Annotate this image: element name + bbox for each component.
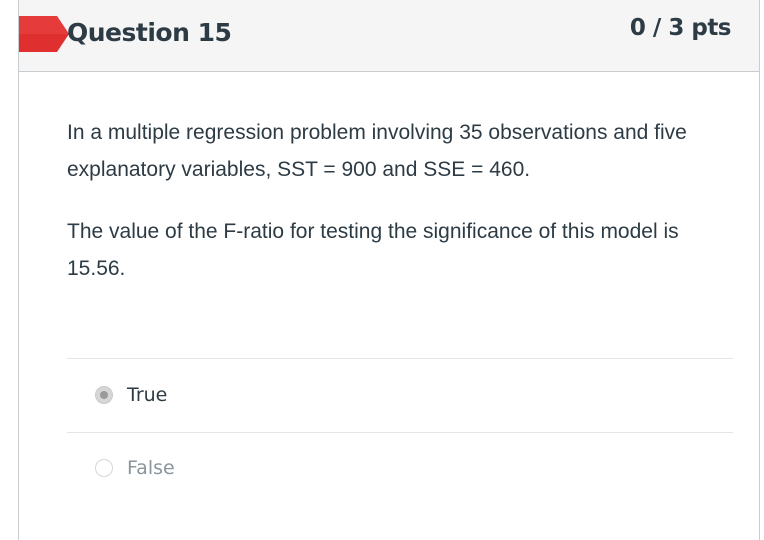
- answer-divider: [67, 432, 733, 433]
- radio-button[interactable]: [95, 459, 113, 477]
- question-header: Question 15 0 / 3 pts: [19, 0, 759, 72]
- question-title: Question 15: [67, 18, 232, 47]
- incorrect-flag-icon: [19, 16, 69, 52]
- answer-label: False: [127, 457, 175, 479]
- question-card: Question 15 0 / 3 pts In a multiple regr…: [18, 0, 760, 540]
- answer-divider: [67, 358, 733, 359]
- answer-label: True: [127, 384, 168, 406]
- question-points: 0 / 3 pts: [629, 15, 732, 41]
- radio-button-selected[interactable]: [95, 386, 113, 404]
- answer-option-false[interactable]: False: [95, 454, 175, 482]
- question-paragraph: In a multiple regression problem involvi…: [67, 121, 687, 181]
- question-paragraph: The value of the F-ratio for testing the…: [67, 220, 679, 280]
- answer-option-true[interactable]: True: [95, 381, 167, 409]
- question-text: In a multiple regression problem involvi…: [67, 114, 727, 312]
